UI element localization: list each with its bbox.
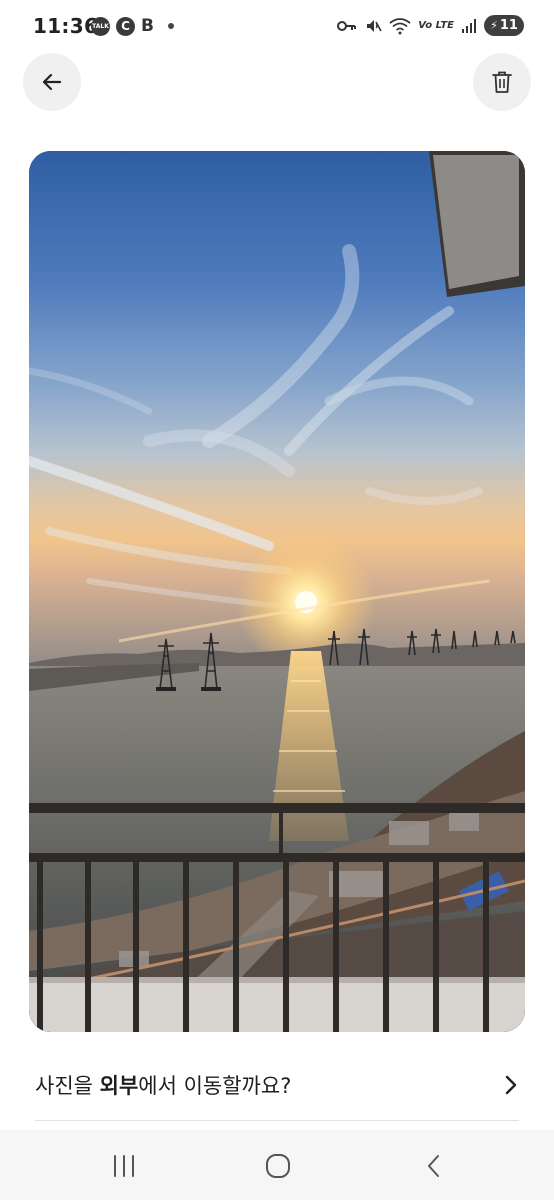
wifi-icon (389, 17, 411, 34)
nav-back-icon (428, 1155, 439, 1177)
divider (35, 1120, 519, 1121)
key-icon (337, 20, 357, 31)
photo-preview[interactable] (29, 151, 525, 1032)
signal-icon (462, 18, 476, 33)
home-button[interactable] (258, 1150, 298, 1182)
battery-level: 11 (499, 18, 518, 33)
sunset-photo (29, 151, 525, 1032)
status-time: 11:36 (33, 14, 99, 38)
more-notifications-icon (167, 23, 174, 29)
mute-icon (367, 19, 382, 32)
recent-apps-icon (114, 1155, 134, 1177)
trash-icon (492, 71, 512, 93)
battery-indicator: ⚡ 11 (484, 15, 524, 36)
c-app-icon: C (116, 16, 135, 36)
navigation-bar (0, 1130, 554, 1200)
b-app-icon: B (141, 16, 154, 36)
chevron-right-icon (505, 1075, 517, 1095)
nav-back-button[interactable] (414, 1150, 454, 1182)
prompt-text-bold: 외부 (99, 1074, 139, 1098)
back-button[interactable] (23, 53, 81, 111)
charging-icon: ⚡ (490, 19, 498, 32)
volte-label: Vo LTE (418, 20, 454, 31)
prompt-text: 사진을 외부에서 이동할까요? (35, 1070, 291, 1100)
prompt-text-after: 에서 이동할까요? (138, 1074, 292, 1098)
home-icon (266, 1154, 290, 1178)
delete-button[interactable] (473, 53, 531, 111)
system-icons: Vo LTE ⚡ 11 (337, 15, 524, 36)
notification-icons: TALK C B (91, 16, 174, 36)
move-photo-prompt[interactable]: 사진을 외부에서 이동할까요? (35, 1052, 519, 1118)
recent-apps-button[interactable] (104, 1150, 144, 1182)
kakaotalk-icon: TALK (91, 16, 110, 36)
prompt-text-before: 사진을 (35, 1074, 100, 1098)
status-bar: 11:36 TALK C B Vo LTE ⚡ 11 (0, 0, 554, 54)
arrow-left-icon (42, 73, 62, 91)
